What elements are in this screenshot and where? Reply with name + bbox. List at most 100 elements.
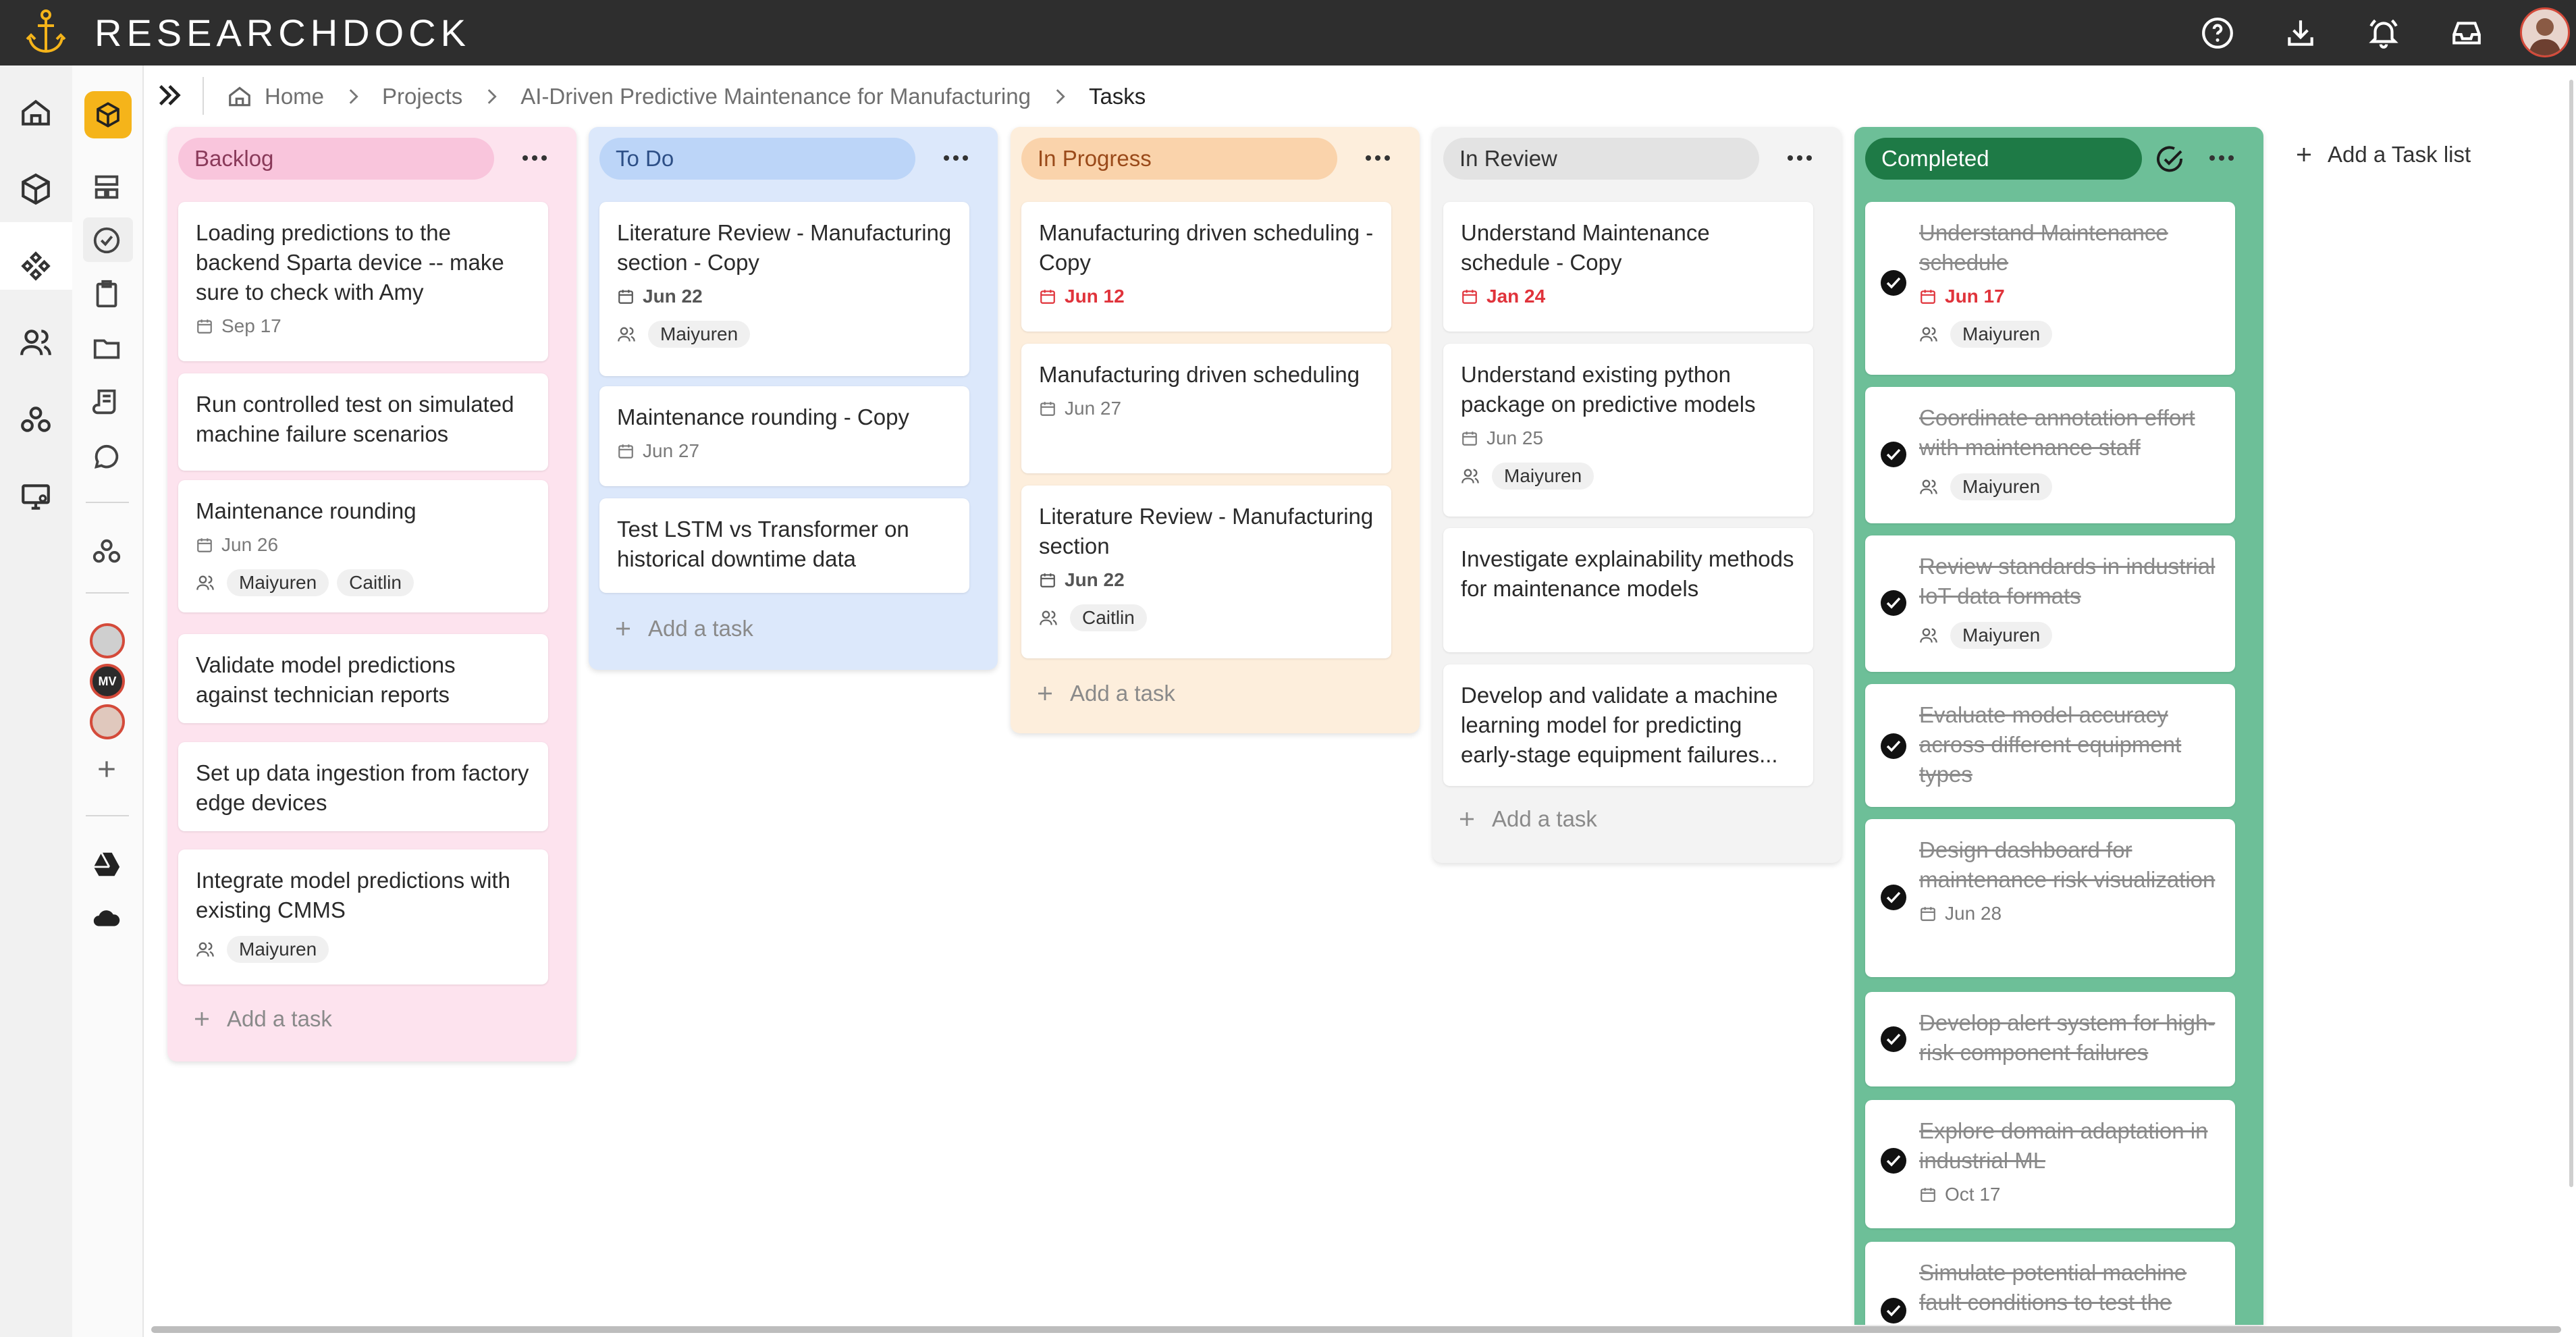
task-card[interactable]: Maintenance rounding Jun 26 Maiyuren Cait… bbox=[178, 480, 548, 612]
more-options-icon[interactable] bbox=[938, 149, 973, 167]
member-avatar[interactable] bbox=[90, 623, 125, 658]
assignee-chip[interactable]: Maiyuren bbox=[648, 321, 751, 348]
anchor-logo-icon[interactable] bbox=[26, 8, 66, 55]
download-icon[interactable] bbox=[2284, 16, 2317, 50]
calendar-icon bbox=[1039, 571, 1056, 589]
complete-check-icon[interactable] bbox=[2154, 143, 2186, 176]
task-card[interactable]: Maintenance rounding - Copy Jun 27 bbox=[599, 386, 969, 486]
completed-check-icon[interactable] bbox=[1880, 733, 1907, 760]
google-drive-icon[interactable] bbox=[91, 849, 122, 880]
clipboard-icon[interactable] bbox=[91, 279, 122, 310]
task-card[interactable]: Integrate model predictions with existin… bbox=[178, 849, 548, 985]
task-card[interactable]: Review standards in industrial IoT data … bbox=[1865, 535, 2235, 672]
calendar-icon bbox=[1919, 905, 1937, 922]
assignee-chip[interactable]: Caitlin bbox=[337, 569, 414, 596]
member-avatar[interactable] bbox=[90, 704, 125, 739]
task-card[interactable]: Coordinate annotation effort with mainte… bbox=[1865, 387, 2235, 523]
column-header[interactable]: To Do bbox=[599, 138, 915, 180]
task-card[interactable]: Understand existing python package on pr… bbox=[1443, 344, 1813, 517]
board-icon[interactable] bbox=[91, 172, 122, 203]
team-icon[interactable] bbox=[19, 325, 53, 359]
horizontal-scrollbar[interactable] bbox=[151, 1326, 2561, 1333]
project-badge[interactable] bbox=[84, 91, 132, 138]
task-card[interactable]: Loading predictions to the backend Spart… bbox=[178, 202, 548, 361]
breadcrumb-home[interactable]: Home bbox=[265, 84, 324, 109]
task-card[interactable]: Validate model predictions against techn… bbox=[178, 634, 548, 723]
folder-icon[interactable] bbox=[91, 333, 122, 364]
completed-check-icon[interactable] bbox=[1880, 1147, 1907, 1174]
expand-sidebar-icon[interactable] bbox=[154, 80, 185, 111]
assignee-chip[interactable]: Maiyuren bbox=[1950, 321, 2053, 348]
projects-cube-icon[interactable] bbox=[19, 172, 53, 206]
app-name[interactable]: RESEARCHDOCK bbox=[95, 9, 471, 57]
task-card[interactable]: Develop alert system for high-risk compo… bbox=[1865, 992, 2235, 1086]
notes-scroll-icon[interactable] bbox=[91, 387, 122, 418]
breadcrumb: Home Projects AI-Driven Predictive Maint… bbox=[227, 80, 1146, 113]
integrations-icon[interactable] bbox=[19, 249, 53, 283]
task-card[interactable]: Understand Maintenance schedule - Copy J… bbox=[1443, 202, 1813, 332]
task-card[interactable]: Set up data ingestion from factory edge … bbox=[178, 742, 548, 831]
column-header[interactable]: In Review bbox=[1443, 138, 1759, 180]
column-header[interactable]: In Progress bbox=[1021, 138, 1337, 180]
task-card[interactable]: Literature Review - Manufacturing sectio… bbox=[599, 202, 969, 376]
sidebar-divider bbox=[86, 592, 129, 594]
task-card[interactable]: Manufacturing driven scheduling Jun 27 bbox=[1021, 344, 1391, 473]
user-avatar[interactable] bbox=[2520, 7, 2570, 57]
task-title: Integrate model predictions with existin… bbox=[196, 868, 510, 922]
vertical-scrollbar[interactable] bbox=[2569, 80, 2573, 1187]
inbox-icon[interactable] bbox=[2450, 16, 2484, 50]
completed-check-icon[interactable] bbox=[1880, 441, 1907, 468]
task-card[interactable]: Test LSTM vs Transformer on historical d… bbox=[599, 498, 969, 593]
task-card[interactable]: Manufacturing driven scheduling - Copy J… bbox=[1021, 202, 1391, 332]
column-header[interactable]: Completed bbox=[1865, 138, 2142, 180]
task-card[interactable]: Simulate potential machine fault conditi… bbox=[1865, 1242, 2235, 1325]
people-icon bbox=[1919, 325, 1938, 344]
task-title: Maintenance rounding bbox=[196, 498, 417, 523]
completed-check-icon[interactable] bbox=[1880, 884, 1907, 911]
home-icon[interactable] bbox=[19, 96, 53, 130]
task-card[interactable]: Investigate explainability methods for m… bbox=[1443, 528, 1813, 652]
help-icon[interactable] bbox=[2201, 16, 2234, 50]
add-member-icon[interactable] bbox=[93, 756, 120, 783]
add-task-button[interactable]: Add a task bbox=[613, 616, 753, 641]
assignee-chip[interactable]: Maiyuren bbox=[1492, 463, 1594, 490]
task-title: Understand existing python package on pr… bbox=[1461, 362, 1756, 417]
assignee-chip[interactable]: Maiyuren bbox=[227, 569, 329, 596]
completed-check-icon[interactable] bbox=[1880, 1026, 1907, 1053]
home-icon[interactable] bbox=[227, 84, 252, 109]
monitor-settings-icon[interactable] bbox=[19, 480, 53, 514]
task-card[interactable]: Design dashboard for maintenance risk vi… bbox=[1865, 819, 2235, 977]
more-options-icon[interactable] bbox=[1360, 149, 1395, 167]
tasks-check-icon[interactable] bbox=[91, 225, 122, 256]
task-card[interactable]: Understand Maintenance schedule Jun 17 M… bbox=[1865, 202, 2235, 375]
add-task-button[interactable]: Add a task bbox=[1035, 681, 1175, 706]
task-card[interactable]: Develop and validate a machine learning … bbox=[1443, 664, 1813, 786]
assignee-chip[interactable]: Maiyuren bbox=[227, 936, 329, 963]
bell-icon[interactable] bbox=[2367, 16, 2400, 50]
assignee-chip[interactable]: Caitlin bbox=[1070, 604, 1147, 631]
chat-icon[interactable] bbox=[91, 441, 122, 472]
more-options-icon[interactable] bbox=[1782, 149, 1817, 167]
onedrive-cloud-icon[interactable] bbox=[91, 903, 122, 934]
task-card[interactable]: Evaluate model accuracy across different… bbox=[1865, 684, 2235, 807]
member-avatar-mv[interactable]: MV bbox=[90, 664, 125, 699]
breadcrumb-projects[interactable]: Projects bbox=[382, 84, 462, 109]
task-card[interactable]: Run controlled test on simulated machine… bbox=[178, 373, 548, 471]
breadcrumb-project[interactable]: AI-Driven Predictive Maintenance for Man… bbox=[520, 84, 1031, 109]
network-icon[interactable] bbox=[91, 536, 122, 567]
more-options-icon[interactable] bbox=[517, 149, 552, 167]
column-header[interactable]: Backlog bbox=[178, 138, 494, 180]
task-card[interactable]: Explore domain adaptation in industrial … bbox=[1865, 1100, 2235, 1228]
completed-check-icon[interactable] bbox=[1880, 589, 1907, 617]
due-date: Jun 28 bbox=[1919, 900, 2219, 927]
task-card[interactable]: Literature Review - Manufacturing sectio… bbox=[1021, 486, 1391, 658]
assignee-chip[interactable]: Maiyuren bbox=[1950, 473, 2053, 500]
add-task-button[interactable]: Add a task bbox=[192, 1006, 332, 1032]
add-task-button[interactable]: Add a task bbox=[1457, 806, 1597, 832]
network-icon[interactable] bbox=[19, 403, 53, 437]
completed-check-icon[interactable] bbox=[1880, 1297, 1907, 1324]
assignee-chip[interactable]: Maiyuren bbox=[1950, 622, 2053, 649]
completed-check-icon[interactable] bbox=[1880, 269, 1907, 296]
more-options-icon[interactable] bbox=[2204, 149, 2239, 167]
add-task-list-button[interactable]: Add a Task list bbox=[2294, 142, 2471, 167]
